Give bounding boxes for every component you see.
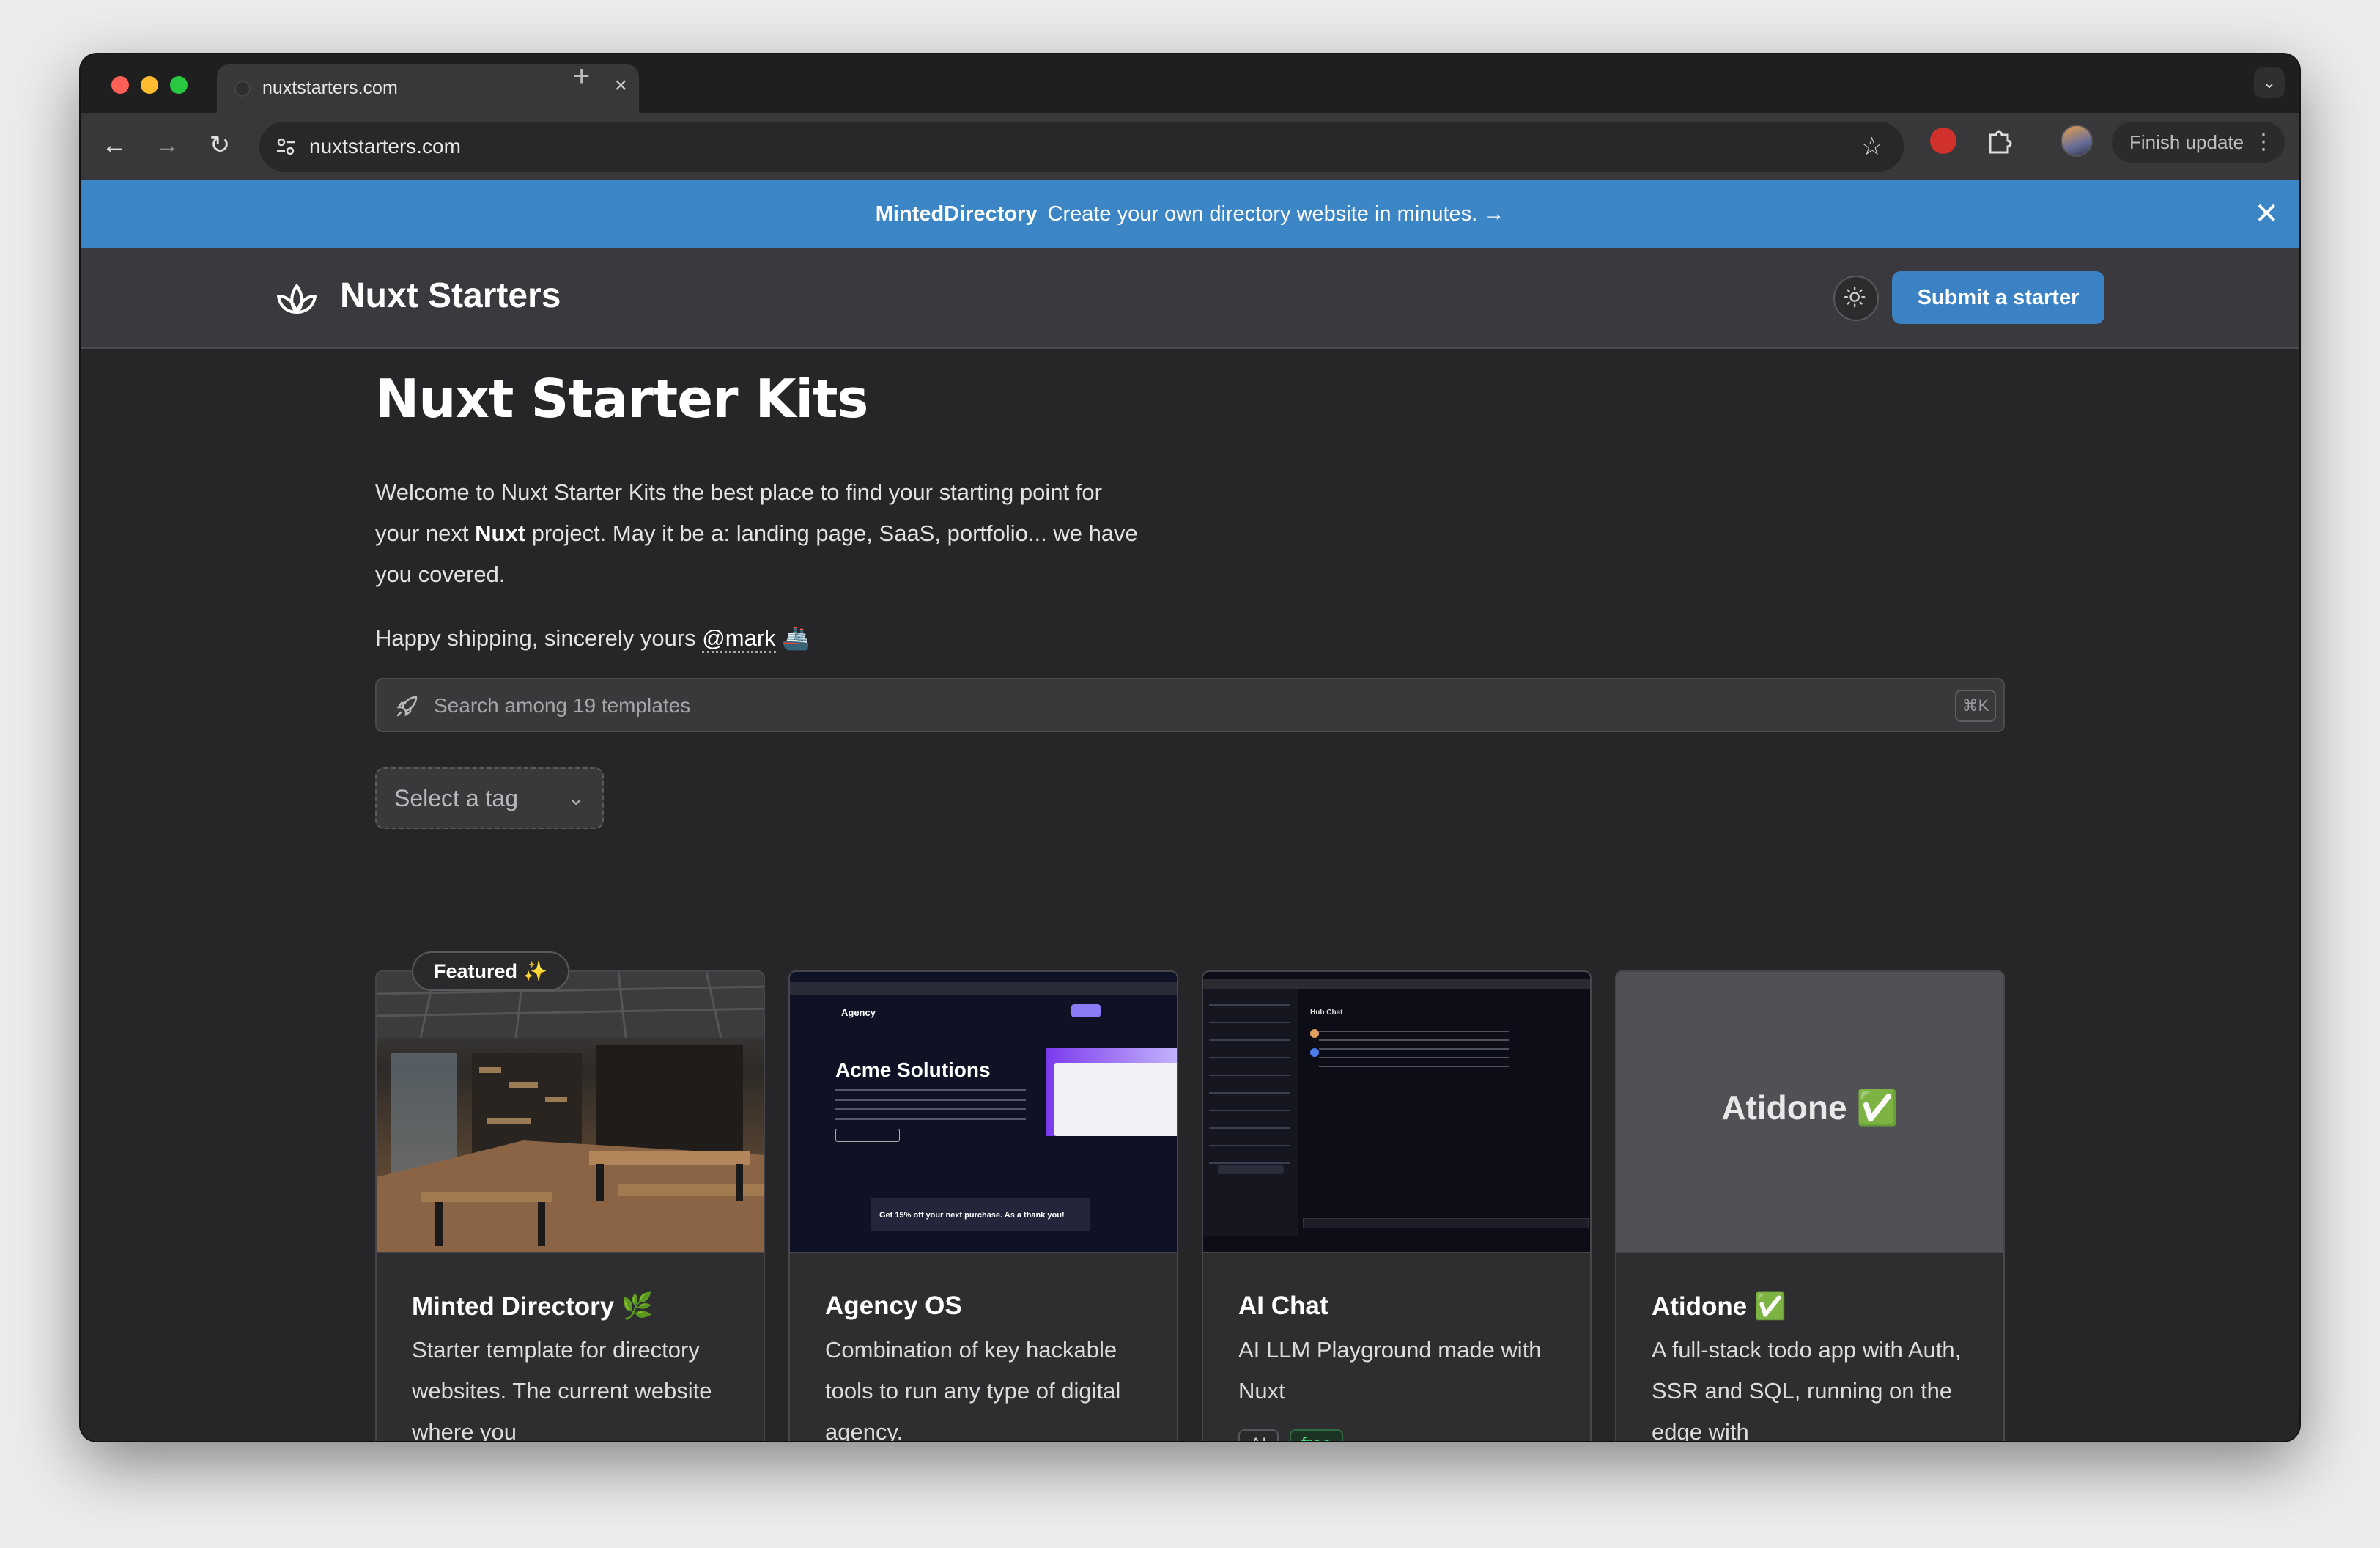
cafe-photo-image (377, 972, 764, 1252)
starter-card[interactable]: Atidone ✅ Atidone ✅ A full-stack todo ap… (1615, 970, 2005, 1441)
card-thumbnail: Hub Chat (1203, 972, 1590, 1253)
web-page: MintedDirectory Create your own directory… (81, 180, 2299, 1441)
card-title: Atidone ✅ (1652, 1292, 1786, 1321)
thumb-text: Atidone ✅ (1721, 1088, 1899, 1127)
site-brand[interactable]: Nuxt Starters (340, 276, 561, 316)
thumb-input (1303, 1218, 1589, 1228)
close-window-button[interactable] (111, 76, 129, 94)
starter-cards-grid: Featured ✨ Minted Directory 🌿 Starter te… (375, 951, 2005, 1441)
forward-button[interactable]: → (151, 129, 183, 161)
new-tab-button[interactable]: + (573, 60, 590, 93)
extensions-puzzle-icon[interactable] (1984, 126, 2014, 155)
card-title: AI Chat (1238, 1291, 1328, 1320)
starter-card[interactable]: Minted Directory 🌿 Starter template for … (375, 970, 765, 1441)
card-title: Agency OS (825, 1291, 962, 1320)
banner-text[interactable]: Create your own directory website in min… (1048, 202, 1505, 226)
page-title: Nuxt Starter Kits (375, 368, 868, 430)
tab-title: nuxtstarters.com (262, 78, 398, 98)
starter-card[interactable]: Agency Acme Solutions Get 15% off your n… (788, 970, 1178, 1441)
main-content: Nuxt Starter Kits Welcome to Nuxt Starte… (375, 349, 2005, 1441)
card-description: Starter template for directory websites.… (412, 1337, 712, 1441)
minimize-window-button[interactable] (141, 76, 158, 94)
adblock-extension-icon[interactable] (1930, 128, 1956, 154)
thumb-browser-bar (1203, 979, 1590, 989)
card-wrapper: Featured ✨ Minted Directory 🌿 Starter te… (375, 951, 765, 1441)
ship-text: Happy shipping, sincerely yours (375, 625, 703, 651)
card-title: Minted Directory 🌿 (412, 1292, 654, 1321)
theme-toggle-button[interactable] (1833, 276, 1879, 321)
thumb-avatar (1310, 1048, 1319, 1057)
banner-brand: MintedDirectory (875, 202, 1038, 226)
sun-icon (1844, 286, 1866, 308)
thumb-settings (1209, 1004, 1290, 1165)
site-header: Nuxt Starters Submit a starter (81, 248, 2299, 349)
submit-starter-button[interactable]: Submit a starter (1892, 271, 2104, 324)
thumb-promo-text: Get 15% off your next purchase. As a tha… (879, 1211, 1065, 1220)
url-text: nuxtstarters.com (309, 135, 461, 158)
thumb-promo: Get 15% off your next purchase. As a tha… (871, 1198, 1090, 1231)
thumb-sidebar (1203, 989, 1298, 1236)
banner-close-icon[interactable]: ✕ (2254, 180, 2279, 248)
tag-badge-free: free (1290, 1429, 1344, 1441)
card-description: Combination of key hackable tools to run… (825, 1337, 1121, 1441)
card-description: AI LLM Playground made with Nuxt (1238, 1337, 1542, 1404)
reload-button[interactable]: ↻ (204, 129, 236, 161)
intro-bold: Nuxt (475, 520, 526, 546)
thumb-paragraph (835, 1089, 1026, 1121)
card-description: A full-stack todo app with Auth, SSR and… (1652, 1337, 1962, 1441)
lotus-logo-icon[interactable] (274, 276, 319, 321)
menu-dots-icon[interactable]: ⋮ (2252, 122, 2274, 163)
tag-badge: AI (1238, 1429, 1279, 1441)
thumb-messages (1319, 1031, 1509, 1075)
shipping-text: Happy shipping, sincerely yours @mark 🚢 (375, 624, 2005, 653)
browser-window: nuxtstarters.com × + ⌄ ← → ↻ nuxtstarter… (81, 54, 2299, 1441)
finish-update-button[interactable]: Finish update ⋮ (2112, 122, 2285, 163)
promo-banner[interactable]: MintedDirectory Create your own directory… (81, 180, 2299, 248)
maximize-window-button[interactable] (170, 76, 188, 94)
chevron-down-icon: ⌄ (567, 786, 585, 809)
rocket-icon (396, 696, 418, 717)
thumb-reset (1218, 1165, 1284, 1174)
ship-emoji: 🚢 (782, 625, 810, 651)
card-thumbnail: Agency Acme Solutions Get 15% off your n… (790, 972, 1177, 1253)
thumb-brand: Agency (841, 1007, 876, 1018)
search-input[interactable] (434, 688, 1826, 723)
card-thumbnail (377, 972, 764, 1253)
tab-search-button[interactable]: ⌄ (2254, 67, 2285, 98)
thumb-cta (1071, 1004, 1101, 1017)
site-settings-icon[interactable] (274, 135, 298, 158)
thumb-heading: Acme Solutions (835, 1058, 991, 1081)
intro-text: Welcome to Nuxt Starter Kits the best pl… (375, 472, 1152, 595)
search-shortcut-key: ⌘K (1955, 690, 1996, 722)
author-link[interactable]: @mark (702, 625, 776, 653)
card-thumbnail: Atidone ✅ (1616, 972, 2003, 1253)
thumb-dashboard (1054, 1063, 1177, 1136)
address-bar[interactable]: nuxtstarters.com ☆ (259, 122, 1904, 172)
tag-select-dropdown[interactable]: Select a tag ⌄ (375, 767, 604, 829)
favicon-icon (234, 81, 251, 97)
featured-badge: Featured ✨ (412, 951, 570, 991)
bookmark-star-icon[interactable]: ☆ (1861, 132, 1883, 161)
thumb-title: Hub Chat (1310, 1009, 1343, 1017)
thumb-button (835, 1129, 900, 1142)
finish-update-label: Finish update (2129, 131, 2244, 153)
thumb-browser-bar (790, 982, 1177, 995)
thumb-avatar (1310, 1029, 1319, 1038)
search-bar[interactable]: ⌘K (375, 678, 2005, 732)
tab-close-icon[interactable]: × (614, 73, 627, 98)
tab-strip: nuxtstarters.com × + ⌄ (81, 54, 2299, 113)
tag-select-label: Select a tag (394, 785, 518, 811)
browser-toolbar: ← → ↻ nuxtstarters.com ☆ (81, 113, 2299, 180)
profile-avatar[interactable] (2061, 125, 2093, 157)
starter-card[interactable]: Hub Chat AI Chat AI LLM Playground made … (1202, 970, 1592, 1441)
back-button[interactable]: ← (98, 129, 130, 161)
